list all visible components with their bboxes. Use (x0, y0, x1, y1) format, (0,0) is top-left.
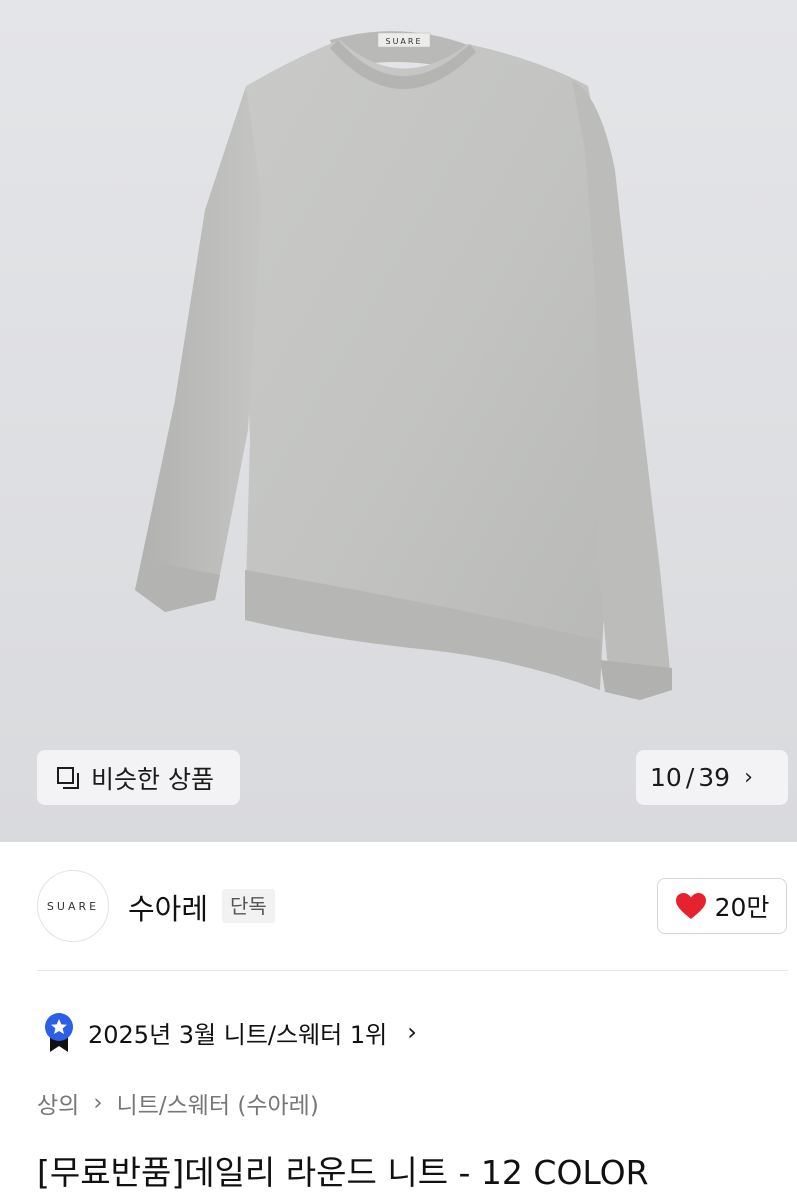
brand-logo[interactable]: SUARE (37, 870, 109, 942)
like-count: 20만 (714, 893, 770, 922)
ranking-badge-icon (45, 1013, 73, 1052)
ranking-link[interactable]: 2025년 3월 니트/스웨터 1위 › (42, 1010, 417, 1054)
image-counter-current: 10 (650, 763, 682, 792)
ranking-text: 2025년 3월 니트/스웨터 1위 (88, 1020, 388, 1049)
chevron-right-icon: › (93, 1090, 103, 1116)
breadcrumb-item-subcategory[interactable]: 니트/스웨터 (수아레) (117, 1086, 319, 1120)
breadcrumb-item-category[interactable]: 상의 (37, 1086, 79, 1120)
chevron-right-icon: › (407, 1018, 417, 1046)
sweater-photo: SUARE (135, 31, 672, 700)
brand-logo-text: SUARE (46, 899, 100, 913)
similar-items-icon (57, 766, 79, 789)
image-counter-total: 39 (698, 763, 731, 792)
product-image-gallery[interactable]: SUARE 비슷한 상품 10 / 39 › (0, 0, 797, 842)
similar-products-label: 비슷한 상품 (91, 764, 214, 794)
product-title: [무료반품]데일리 라운드 니트 - 12 COLOR (37, 1153, 649, 1192)
exclusive-badge: 단독 (222, 889, 275, 923)
section-divider (37, 970, 788, 971)
brand-name-link[interactable]: 수아레 (128, 886, 208, 928)
heart-icon (675, 893, 706, 919)
chevron-right-icon: › (744, 765, 753, 790)
like-button[interactable]: 20만 (657, 878, 787, 934)
image-counter-separator: / (685, 763, 695, 792)
garment-label: SUARE (385, 37, 422, 46)
image-counter-button[interactable]: 10 / 39 › (636, 750, 788, 805)
similar-products-button[interactable]: 비슷한 상품 (37, 750, 240, 805)
breadcrumb: 상의 › 니트/스웨터 (수아레) (37, 1086, 319, 1120)
